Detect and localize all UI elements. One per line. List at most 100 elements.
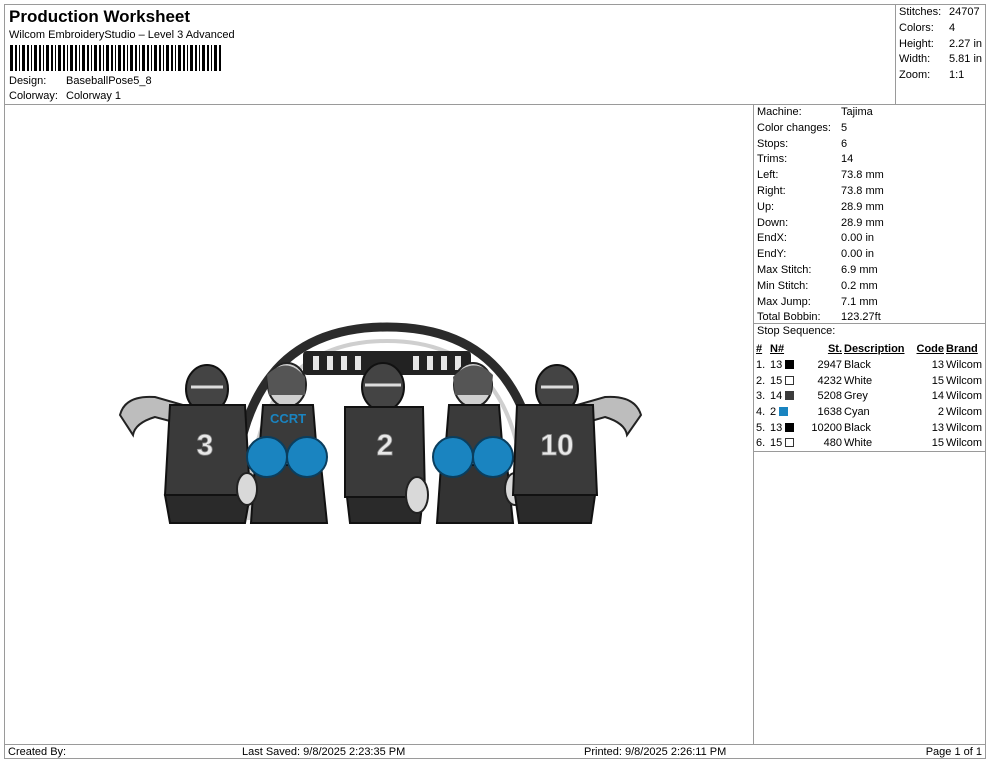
row-needle-cell: 13: [769, 420, 801, 436]
spec-row: Right: 73.8 mm: [757, 183, 982, 199]
row-brand: Wilcom: [946, 437, 983, 450]
spec-value: 0.2 mm: [841, 279, 878, 292]
software-name: Wilcom EmbroideryStudio – Level 3 Advanc…: [9, 29, 235, 41]
summary-row: Height: 2.27 in: [899, 37, 982, 52]
color-swatch: [785, 360, 795, 370]
divider: [754, 451, 985, 452]
row-needle-cell: 13: [769, 358, 801, 374]
spec-label: EndY:: [757, 248, 787, 261]
divider: [754, 323, 985, 324]
table-row: 2. 15 4232 White 15 Wilcom: [755, 373, 983, 389]
spec-label: Up:: [757, 200, 775, 213]
player-center: 2: [344, 362, 429, 524]
barcode: [10, 45, 221, 71]
jersey-number: 3: [197, 429, 214, 462]
spec-value: 28.9 mm: [841, 216, 884, 229]
row-brand: Wilcom: [946, 359, 983, 372]
table-row: 3. 14 5208 Grey 14 Wilcom: [755, 389, 983, 405]
table-row: 5. 13 10200 Black 13 Wilcom: [755, 420, 983, 436]
spec-label: Color changes:: [757, 121, 831, 134]
row-num: 5.: [756, 421, 766, 434]
spec-row: Left: 73.8 mm: [757, 167, 982, 183]
row-brand: Wilcom: [946, 406, 983, 419]
spec-label: Machine:: [757, 106, 802, 118]
row-needle: 14: [770, 390, 783, 403]
row-description: White: [844, 437, 873, 450]
spec-value: 6: [841, 137, 848, 150]
spec-label: Down:: [757, 216, 789, 229]
row-code: 2: [937, 406, 944, 419]
color-swatch: [785, 422, 795, 432]
jersey-number: 2: [377, 429, 394, 462]
summary-value: 5.81 in: [949, 53, 983, 65]
spec-label: Min Stitch:: [757, 279, 809, 292]
colorway-row: Colorway: Colorway 1: [9, 90, 121, 102]
summary-row: Colors: 4: [899, 21, 955, 36]
spec-row: Up: 28.9 mm: [757, 199, 982, 215]
player-left: 3: [118, 364, 252, 524]
summary-row: Stitches: 24707: [899, 5, 980, 20]
spec-value: 5: [841, 121, 848, 134]
spec-row: Machine: Tajima: [757, 104, 982, 120]
color-swatch: [779, 407, 789, 417]
row-brand: Wilcom: [946, 390, 983, 403]
col-needle: N#: [770, 343, 785, 356]
embroidery-design-preview: 3 CCRT 2 10: [118, 322, 643, 524]
spec-row: Max Stitch: 6.9 mm: [757, 262, 982, 278]
machine-info-panel: Machine: Tajima Color changes: 5 Stops: 6 Trim…: [753, 104, 986, 745]
player-right: 10: [511, 364, 643, 524]
row-needle: 15: [770, 437, 783, 450]
spec-row: EndY: 0.00 in: [757, 246, 982, 262]
spec-label: Max Jump:: [757, 295, 811, 308]
colorway-label: Colorway:: [9, 90, 58, 102]
row-needle: 13: [770, 359, 783, 372]
row-num: 2.: [756, 374, 766, 387]
row-description: Cyan: [844, 406, 870, 419]
row-num: 1.: [756, 359, 766, 372]
cheer-shirt-text: CCRT: [270, 411, 306, 426]
cheerleader-left: CCRT: [236, 362, 329, 524]
printed-date: Printed: 9/8/2025 2:26:11 PM: [584, 746, 727, 758]
row-needle: 2: [770, 406, 777, 419]
table-row: 4. 2 1638 Cyan 2 Wilcom: [755, 405, 983, 421]
spec-row: Stops: 6: [757, 136, 982, 152]
summary-panel: Stitches: 24707 Colors: 4 Height: 2.27 in W…: [895, 4, 986, 105]
spec-value: 0.00 in: [841, 248, 875, 261]
design-label: Design:: [9, 75, 47, 87]
row-needle-cell: 2: [769, 405, 801, 421]
summary-row: Width: 5.81 in: [899, 52, 982, 67]
row-code: 15: [931, 437, 944, 450]
spec-row: Max Jump: 7.1 mm: [757, 294, 982, 310]
row-brand: Wilcom: [946, 374, 983, 387]
spec-label: Stops:: [757, 137, 789, 150]
spec-value: 123.27ft: [841, 311, 881, 324]
spec-value: 6.9 mm: [841, 264, 878, 276]
spec-value: 7.1 mm: [841, 295, 878, 308]
row-needle-cell: 14: [769, 389, 801, 405]
row-code: 13: [931, 359, 944, 372]
spec-label: Right:: [757, 185, 786, 197]
row-code: 15: [931, 374, 944, 387]
row-stitches: 480: [823, 437, 842, 450]
summary-value: 24707: [949, 6, 980, 18]
spec-label: Max Stitch:: [757, 264, 812, 276]
row-code: 13: [931, 421, 944, 434]
page-number: Page 1 of 1: [925, 746, 982, 758]
created-by: Created By:: [8, 746, 67, 758]
table-row: 6. 15 480 White 15 Wilcom: [755, 436, 983, 452]
summary-label: Height:: [899, 38, 934, 50]
color-swatch: [785, 391, 795, 401]
row-needle-cell: 15: [769, 436, 801, 452]
summary-value: 1:1: [949, 69, 965, 81]
row-needle: 15: [770, 374, 783, 387]
spec-label: Trims:: [757, 153, 788, 166]
row-stitches: 1638: [817, 406, 842, 419]
spec-value: 0.00 in: [841, 232, 875, 245]
row-stitches: 4232: [817, 374, 842, 387]
row-description: Black: [844, 421, 871, 434]
row-description: White: [844, 374, 873, 387]
summary-row: Zoom: 1:1: [899, 68, 964, 83]
page-title: Production Worksheet: [9, 7, 191, 26]
spec-row: Color changes: 5: [757, 120, 982, 136]
row-needle-cell: 15: [769, 373, 801, 389]
